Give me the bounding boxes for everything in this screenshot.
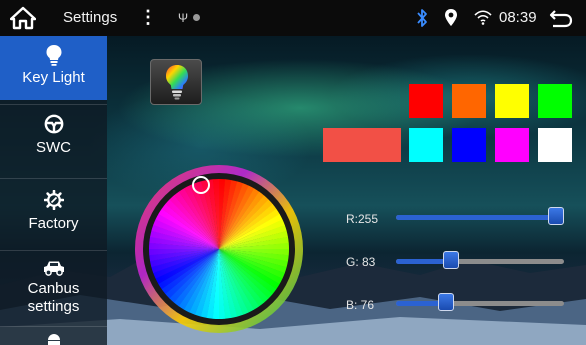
color-swatch[interactable] — [538, 128, 572, 162]
sidebar-item-label: Key Light — [22, 69, 85, 86]
sidebar-item-swc[interactable]: SWC — [0, 114, 107, 170]
blue-value-label: B: 76 — [346, 298, 375, 312]
page-title: Settings — [63, 9, 118, 26]
sidebar: Key Light SWC Factory Canbus settings — [0, 36, 107, 345]
green-value-label: G: 83 — [346, 255, 376, 269]
sidebar-item-label: Canbus settings — [27, 280, 80, 315]
red-slider-fill — [396, 215, 564, 220]
sidebar-item-android[interactable] — [0, 332, 107, 345]
blue-slider[interactable] — [396, 293, 564, 311]
menu-dots-icon[interactable]: ⋮ — [139, 7, 157, 27]
location-icon — [445, 9, 457, 26]
blue-slider-thumb[interactable] — [438, 293, 454, 311]
sidebar-item-canbus-settings[interactable]: Canbus settings — [0, 260, 107, 324]
color-swatch[interactable] — [452, 84, 486, 118]
bulb-icon — [46, 45, 61, 66]
home-icon[interactable] — [10, 6, 36, 30]
green-slider[interactable] — [396, 251, 564, 269]
car-icon — [43, 261, 64, 276]
green-slider-thumb[interactable] — [443, 251, 459, 269]
color-swatch[interactable] — [495, 128, 529, 162]
gear-icon — [43, 190, 64, 210]
color-swatch[interactable] — [452, 128, 486, 162]
status-dot-icon — [193, 14, 200, 21]
sidebar-item-label: SWC — [36, 139, 71, 156]
status-bar: Settings ⋮ Ψ 08:39 — [0, 0, 586, 36]
red-slider-thumb[interactable] — [548, 207, 564, 225]
android-icon — [47, 334, 60, 345]
rgb-bulb-icon — [166, 65, 188, 100]
sidebar-item-factory[interactable]: Factory — [0, 190, 107, 246]
color-swatch[interactable] — [495, 84, 529, 118]
clock-time: 08:39 — [499, 9, 537, 26]
sidebar-item-key-light[interactable]: Key Light — [0, 36, 107, 100]
color-wheel[interactable] — [133, 163, 305, 335]
color-swatch[interactable] — [409, 84, 443, 118]
divider — [0, 104, 107, 105]
red-slider[interactable] — [396, 207, 564, 225]
usb-icon: Ψ — [178, 11, 189, 25]
selected-color-preview — [323, 128, 401, 162]
sidebar-item-label: Factory — [28, 215, 79, 232]
color-swatch[interactable] — [409, 128, 443, 162]
back-icon[interactable] — [549, 8, 573, 28]
bluetooth-icon — [417, 9, 427, 27]
divider — [0, 250, 107, 251]
key-light-bulb-button[interactable] — [150, 59, 202, 105]
wifi-icon — [474, 10, 492, 25]
divider — [0, 178, 107, 179]
red-value-label: R:255 — [346, 212, 379, 226]
divider — [0, 326, 107, 327]
steering-wheel-icon — [44, 114, 63, 134]
color-swatch[interactable] — [538, 84, 572, 118]
